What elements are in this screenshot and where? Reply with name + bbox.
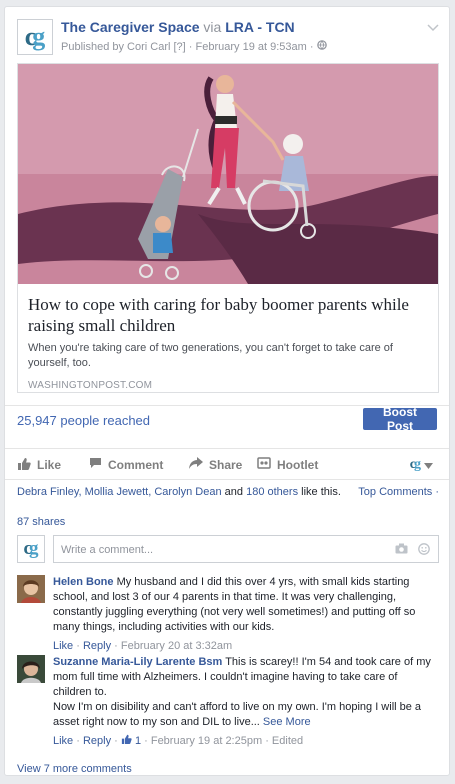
comment-body: Suzanne Maria-Lily Larente Bsm This is s… bbox=[53, 655, 439, 749]
comment-button[interactable]: Comment bbox=[89, 457, 163, 472]
comment-date[interactable]: February 20 at 3:32am bbox=[121, 640, 232, 652]
thumbs-up-icon bbox=[121, 734, 135, 747]
hootlet-owl-icon bbox=[257, 457, 277, 472]
page-mini-logo-icon: cg bbox=[409, 457, 421, 472]
comment-reply-link[interactable]: Reply bbox=[83, 640, 111, 652]
page-name-link[interactable]: The Caregiver Space bbox=[61, 19, 200, 35]
chevron-down-icon bbox=[424, 458, 439, 472]
post-as-selector[interactable]: cg bbox=[410, 457, 439, 473]
comment-like-count[interactable]: 1 bbox=[135, 735, 141, 747]
comment-like-link[interactable]: Like bbox=[53, 735, 73, 747]
globe-icon bbox=[316, 40, 327, 53]
emoji-icon[interactable] bbox=[418, 543, 430, 558]
camera-icon[interactable] bbox=[395, 543, 408, 557]
published-by[interactable]: Published by Cori Carl bbox=[61, 41, 170, 53]
post-meta: Published by Cori Carl [?] · February 19… bbox=[61, 40, 327, 53]
people-reached[interactable]: 25,947 people reached bbox=[17, 413, 150, 428]
comment-text-continued: Now I'm on disibility and can't afford t… bbox=[53, 701, 422, 728]
comment-icon bbox=[89, 457, 108, 472]
commenter-name[interactable]: Suzanne Maria-Lily Larente Bsm bbox=[53, 656, 222, 668]
via-page-link[interactable]: LRA - TCN bbox=[225, 19, 294, 35]
article-domain: WASHINGTONPOST.COM bbox=[28, 380, 153, 391]
post-card: cg The Caregiver Space via LRA - TCN Pub… bbox=[4, 6, 450, 776]
separator: · bbox=[309, 41, 314, 53]
comment-reply-link[interactable]: Reply bbox=[83, 735, 111, 747]
see-more-link[interactable]: See More bbox=[263, 716, 311, 728]
share-label: Share bbox=[209, 457, 243, 472]
commenter-name[interactable]: Helen Bone bbox=[53, 576, 114, 588]
via-label: via bbox=[203, 19, 222, 35]
likes-summary: Debra Finley, Mollia Jewett, Carolyn Dea… bbox=[17, 486, 439, 504]
write-comment-row: cg Write a comment... bbox=[17, 535, 439, 565]
hootlet-label: Hootlet bbox=[277, 457, 319, 472]
comment-item: Helen Bone My husband and I did this ove… bbox=[17, 575, 439, 654]
avatar[interactable] bbox=[17, 575, 45, 603]
comment-label: Comment bbox=[108, 457, 164, 472]
others-link[interactable]: 180 others bbox=[246, 486, 298, 498]
likes-suffix: like this. bbox=[301, 486, 341, 498]
thumbs-up-icon bbox=[17, 457, 37, 473]
like-button[interactable]: Like bbox=[17, 457, 61, 473]
share-button[interactable]: Share bbox=[189, 457, 242, 472]
boost-post-button[interactable]: Boost Post bbox=[363, 405, 437, 433]
comment-date[interactable]: February 19 at 2:25pm bbox=[151, 735, 262, 747]
comment-like-link[interactable]: Like bbox=[53, 640, 73, 652]
comment-placeholder: Write a comment... bbox=[61, 544, 154, 556]
link-preview[interactable]: How to cope with caring for baby boomer … bbox=[17, 63, 439, 393]
post-date[interactable]: February 19 at 9:53am bbox=[196, 41, 307, 53]
article-illustration bbox=[18, 64, 438, 284]
article-description: When you're taking care of two generatio… bbox=[28, 342, 393, 369]
article-headline[interactable]: How to cope with caring for baby boomer … bbox=[28, 294, 428, 336]
view-more-comments[interactable]: View 7 more comments bbox=[17, 763, 132, 775]
comment-item: Suzanne Maria-Lily Larente Bsm This is s… bbox=[17, 655, 439, 755]
reach-row: 25,947 people reached Boost Post bbox=[5, 405, 449, 434]
help-marker[interactable]: [?] bbox=[174, 41, 186, 53]
hootlet-button[interactable]: Hootlet bbox=[257, 457, 318, 472]
page-logo[interactable]: cg bbox=[17, 19, 53, 55]
comment-input[interactable]: Write a comment... bbox=[53, 535, 439, 563]
share-icon bbox=[189, 457, 209, 472]
comment-meta: Like · Reply · February 20 at 3:32am bbox=[53, 640, 233, 652]
top-comments-toggle[interactable]: Top Comments · bbox=[358, 486, 439, 498]
chevron-down-icon[interactable] bbox=[427, 21, 439, 35]
likes-and: and bbox=[224, 486, 244, 498]
avatar[interactable] bbox=[17, 655, 45, 683]
action-bar: Like Comment Share Hootlet cg bbox=[5, 448, 449, 480]
shares-count[interactable]: 87 shares bbox=[17, 516, 65, 528]
post-title-line: The Caregiver Space via LRA - TCN bbox=[61, 19, 295, 35]
link-text-block: How to cope with caring for baby boomer … bbox=[28, 294, 428, 391]
liker-names[interactable]: Debra Finley, Mollia Jewett, Carolyn Dea… bbox=[17, 486, 222, 498]
comment-meta: Like · Reply · 1 · February 19 at 2:25pm… bbox=[53, 734, 304, 747]
post-header: cg The Caregiver Space via LRA - TCN Pub… bbox=[17, 17, 439, 57]
comment-body: Helen Bone My husband and I did this ove… bbox=[53, 575, 439, 654]
commenter-avatar: cg bbox=[17, 535, 45, 563]
like-label: Like bbox=[37, 458, 62, 472]
separator: · bbox=[188, 41, 193, 53]
edited-label[interactable]: Edited bbox=[272, 735, 303, 747]
